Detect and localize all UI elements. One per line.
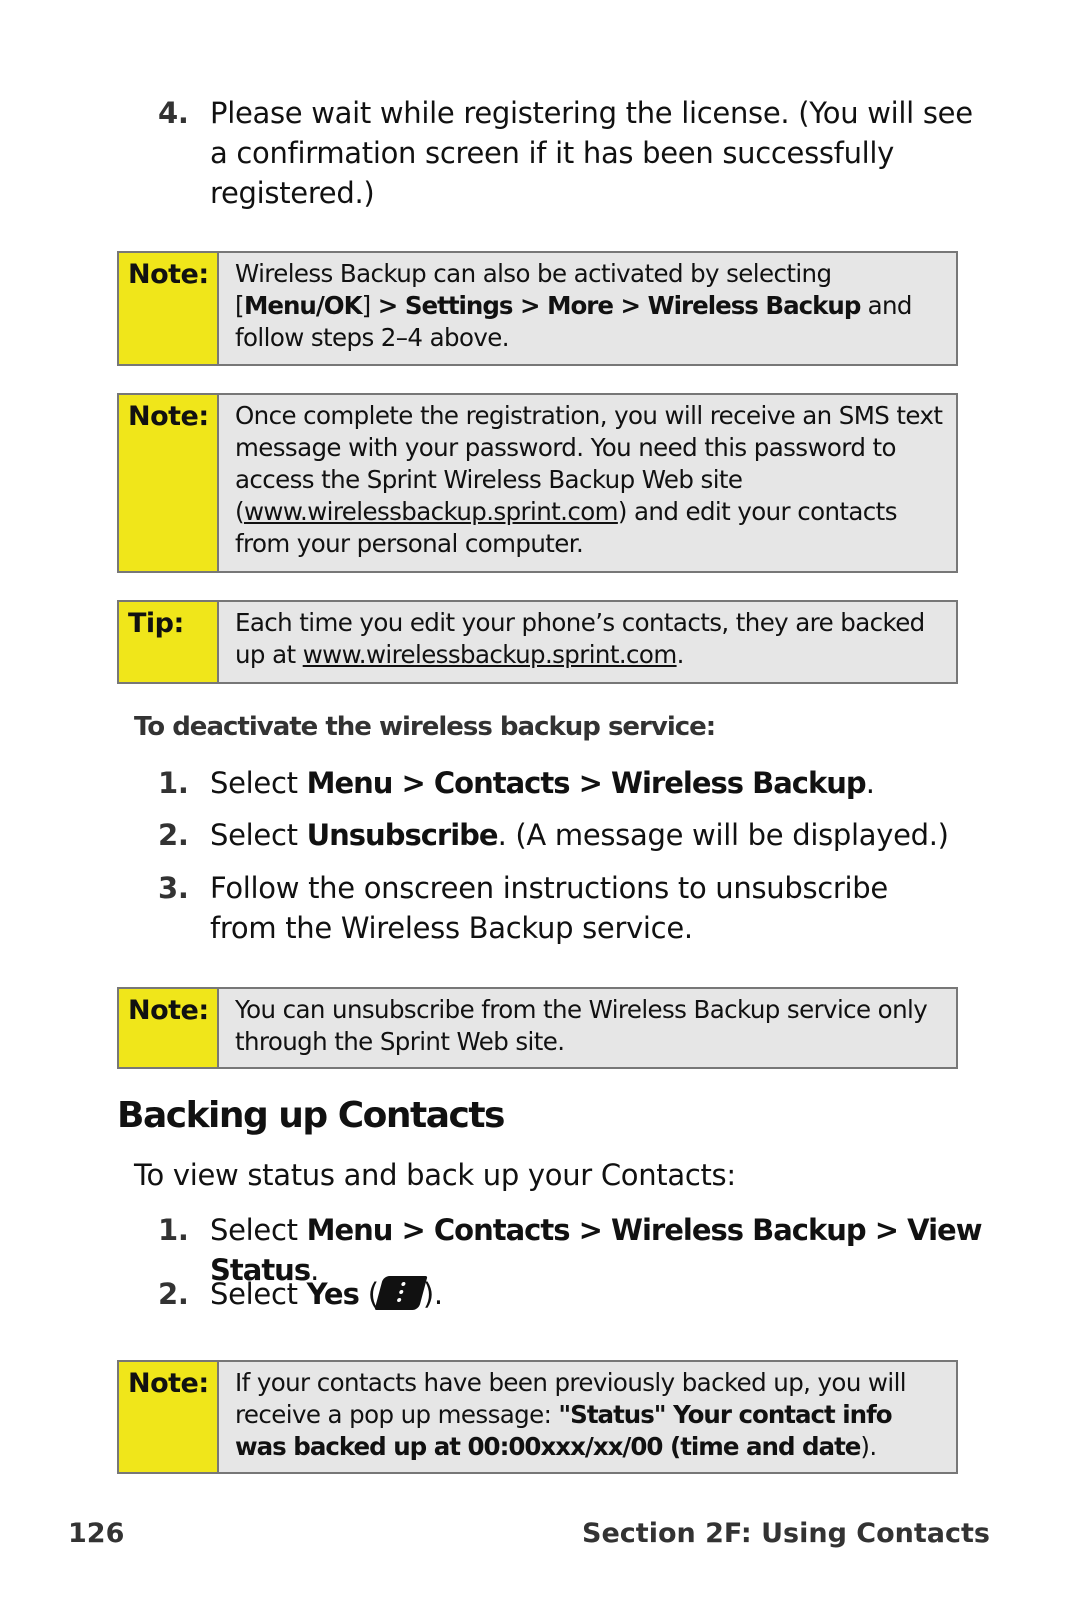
bold-term: Unsubscribe [306, 818, 499, 852]
web-link[interactable]: www.wirelessbackup.sprint.com [244, 497, 619, 526]
note-label: Note: [119, 1362, 219, 1472]
text-run: . [676, 640, 685, 669]
note-text: If your contacts have been previously ba… [219, 1362, 956, 1472]
step-text: Follow the onscreen instructions to unsu… [210, 868, 948, 948]
text-run: Select [210, 766, 307, 800]
page-number: 126 [68, 1518, 125, 1549]
text-run: Follow the onscreen instructions to unsu… [210, 871, 888, 945]
text-run: Select [210, 1213, 307, 1247]
step-text: Select Yes (). [210, 1274, 978, 1314]
intro-text: To view status and back up your Contacts… [134, 1158, 736, 1192]
tip-text: Each time you edit your phone’s contacts… [219, 602, 956, 682]
text-run: ). [860, 1432, 877, 1461]
tip-box: Tip: Each time you edit your phone’s con… [117, 600, 958, 684]
note-box: Note: Once complete the registration, yo… [117, 393, 958, 573]
note-label: Note: [119, 253, 219, 364]
deactivate-heading: To deactivate the wireless backup servic… [134, 712, 716, 742]
text-run: ] [361, 291, 378, 320]
note-box: Note: Wireless Backup can also be activa… [117, 251, 958, 366]
step-text: Please wait while registering the licens… [210, 93, 978, 213]
text-run: . (A message will be displayed.) [497, 818, 949, 852]
text-run: Wireless Backup can also be activated by… [235, 259, 832, 288]
text-run: Please wait while registering the licens… [210, 96, 973, 210]
bold-term: Yes [306, 1277, 360, 1311]
text-run: Select [210, 1277, 307, 1311]
web-link[interactable]: www.wirelessbackup.sprint.com [303, 640, 678, 669]
bold-term: Menu > Contacts > Wireless Backup [306, 766, 867, 800]
bold-term: > Settings > More > Wireless Backup [377, 291, 862, 320]
note-label: Note: [119, 989, 219, 1067]
note-text: Once complete the registration, you will… [219, 395, 956, 571]
text-run: . [865, 766, 875, 800]
text-run: You can unsubscribe from the Wireless Ba… [235, 995, 928, 1056]
note-box: Note: You can unsubscribe from the Wirel… [117, 987, 958, 1069]
section-heading: Backing up Contacts [117, 1095, 505, 1136]
note-text: You can unsubscribe from the Wireless Ba… [219, 989, 956, 1067]
note-label: Note: [119, 395, 219, 571]
step-text: Select Menu > Contacts > Wireless Backup… [210, 763, 978, 803]
tip-label: Tip: [119, 602, 219, 682]
section-footer: Section 2F: Using Contacts [582, 1518, 990, 1549]
note-box: Note: If your contacts have been previou… [117, 1360, 958, 1474]
softkey-icon [374, 1276, 428, 1310]
text-run: [ [235, 291, 245, 320]
bold-term: Menu/OK [243, 291, 363, 320]
text-run: Select [210, 818, 307, 852]
step-text: Select Unsubscribe. (A message will be d… [210, 815, 978, 855]
note-text: Wireless Backup can also be activated by… [219, 253, 956, 364]
